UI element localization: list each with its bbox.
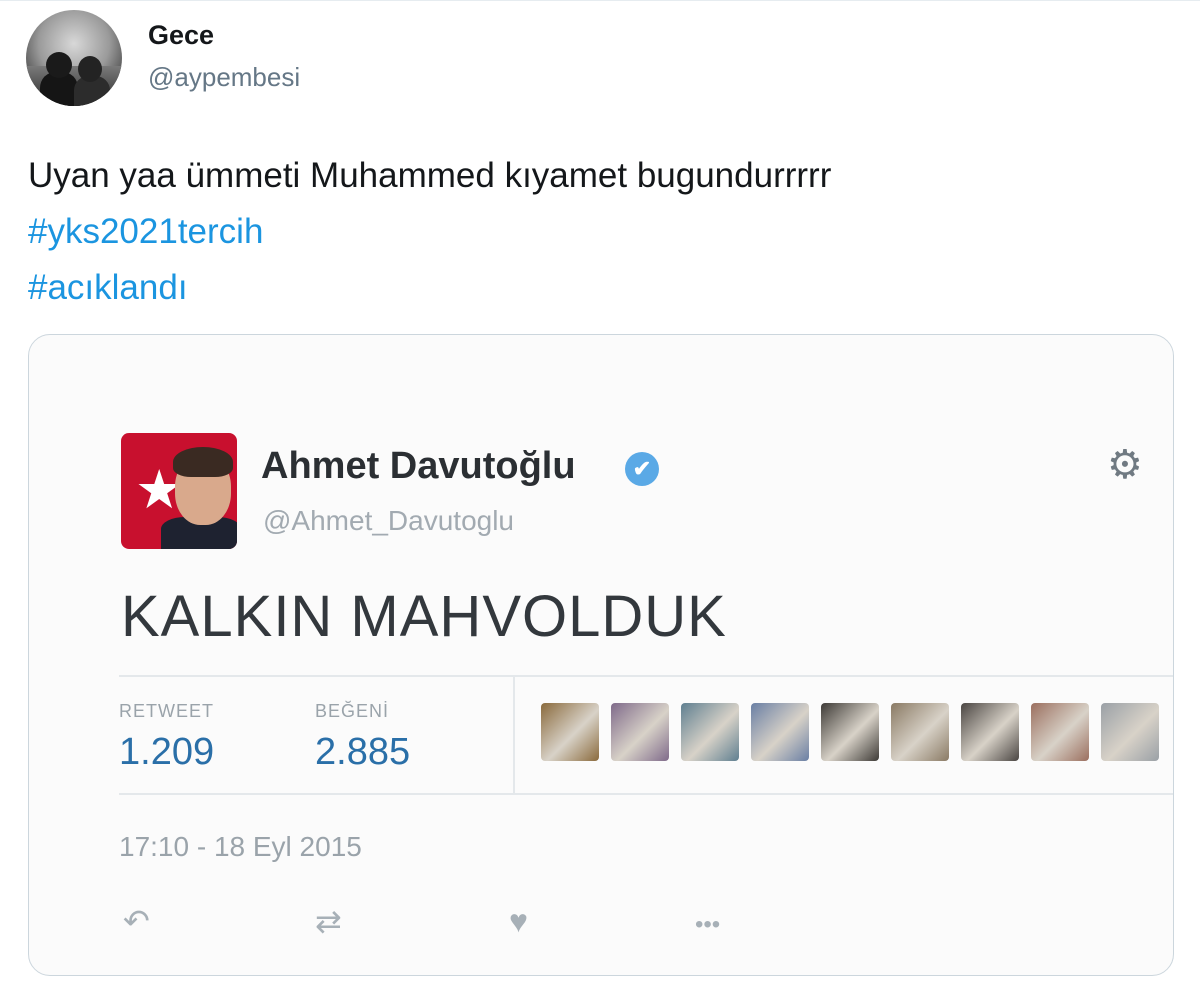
embedded-author-name: Ahmet Davutoğlu [261, 445, 576, 487]
reply-icon: ↶ [123, 903, 150, 939]
divider [119, 793, 1173, 795]
liker-avatar [541, 703, 599, 761]
liker-avatar [891, 703, 949, 761]
liker-avatar [1031, 703, 1089, 761]
divider [119, 675, 1173, 677]
hashtag-link[interactable]: #yks2021tercih [28, 204, 831, 260]
embedded-image-card[interactable]: ★ Ahmet Davutoğlu ✔ @Ahmet_Davutoglu ⚙ K… [28, 334, 1174, 976]
retweet-count-label: RETWEET [119, 701, 214, 721]
like-icon: ♥ [509, 903, 528, 939]
liker-avatar [751, 703, 809, 761]
avatar[interactable] [26, 10, 122, 106]
top-divider [0, 0, 1200, 1]
timestamp: 17:10 - 18 Eyl 2015 [119, 831, 362, 862]
divider [513, 677, 515, 793]
retweet-count-value: 1.209 [119, 731, 215, 773]
liker-avatar [611, 703, 669, 761]
retweet-icon: ⇄ [315, 903, 342, 939]
embedded-avatar: ★ [121, 433, 237, 549]
like-count-value: 2.885 [315, 731, 411, 773]
tweet-text-line: Uyan yaa ümmeti Muhammed kıyamet bugundu… [28, 156, 832, 195]
author-name[interactable]: Gece [148, 20, 214, 51]
liker-avatar [961, 703, 1019, 761]
like-count-label: BEĞENİ [315, 701, 390, 721]
tweet-text: Uyan yaa ümmeti Muhammed kıyamet bugundu… [28, 148, 831, 316]
embedded-tweet-text: KALKIN MAHVOLDUK [121, 584, 727, 649]
more-icon: ••• [695, 911, 721, 938]
embedded-author-handle: @Ahmet_Davutoglu [263, 505, 515, 536]
avatar-figure-head [46, 52, 72, 78]
liker-avatar-list [541, 703, 1171, 767]
verified-badge-icon: ✔ [625, 452, 659, 486]
avatar-figure-hair [173, 447, 233, 477]
avatar-figure-head [78, 56, 102, 82]
author-handle[interactable]: @aypembesi [148, 62, 300, 93]
hashtag-link[interactable]: #acıklandı [28, 260, 831, 316]
gear-icon: ⚙ [1107, 443, 1143, 487]
liker-avatar [821, 703, 879, 761]
liker-avatar [1101, 703, 1159, 761]
liker-avatar [681, 703, 739, 761]
